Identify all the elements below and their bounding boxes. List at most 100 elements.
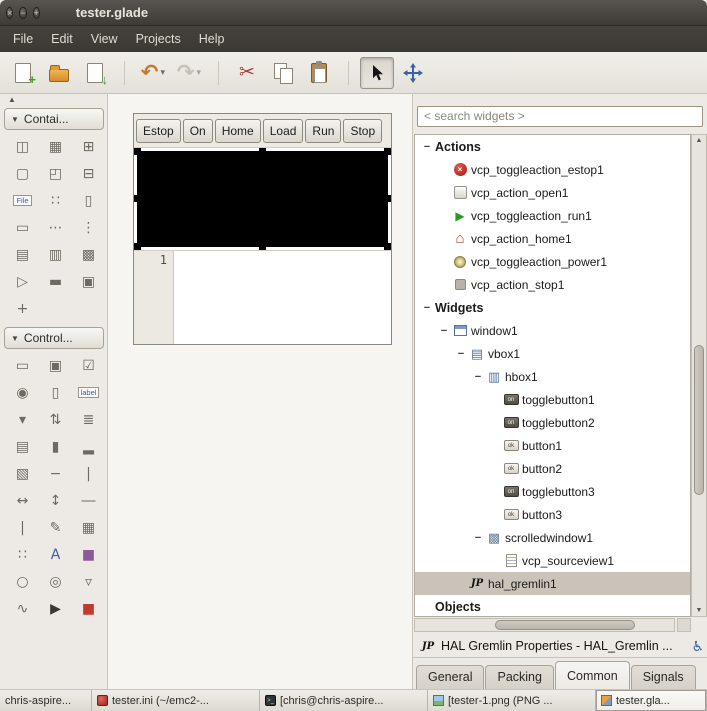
viewport-icon[interactable]: ▥ — [40, 242, 71, 267]
cut-button[interactable]: ✂ — [230, 57, 264, 89]
combobox-icon[interactable]: ▾ — [7, 407, 38, 432]
designed-button-run[interactable]: Run — [305, 119, 341, 143]
colorbutton-icon[interactable]: ■ — [73, 542, 104, 567]
aspect-frame-icon[interactable]: ◰ — [40, 161, 71, 186]
hbox-icon[interactable]: ⋯ — [40, 215, 71, 240]
comboboxentry-icon[interactable]: ▿ — [73, 569, 104, 594]
tree-row-vcp-toggleaction-power1[interactable]: vcp_toggleaction_power1 — [415, 250, 690, 273]
tree-row-hbox1[interactable]: −▥hbox1 — [415, 365, 690, 388]
statusicon-icon[interactable]: ○ — [7, 569, 38, 594]
taskbar-item-tester-ini-emc2[interactable]: tester.ini (~/emc2-... — [92, 690, 260, 711]
designed-button-stop[interactable]: Stop — [343, 119, 382, 143]
hal-gremlin-widget[interactable] — [137, 151, 388, 247]
hscale-icon[interactable]: − — [40, 461, 71, 486]
tree-expander-icon[interactable]: − — [438, 325, 450, 337]
progressbar-icon[interactable]: ▮ — [40, 434, 71, 459]
hpaned-icon[interactable]: ◫ — [7, 134, 38, 159]
hal-gremlin-palette-icon[interactable]: ■ — [73, 596, 104, 621]
table-icon[interactable]: ▦ — [40, 134, 71, 159]
tree-row-vcp-action-open1[interactable]: vcp_action_open1 — [415, 181, 690, 204]
calendar-icon[interactable]: ▦ — [73, 515, 104, 540]
tree-row-button3[interactable]: okbutton3 — [415, 503, 690, 526]
tree-row-hal-gremlin1[interactable]: JPhal_gremlin1 — [415, 572, 690, 595]
minimize-button[interactable]: − — [19, 7, 26, 19]
button-widget-icon[interactable]: ▭ — [7, 353, 38, 378]
scroll-down-arrow-icon[interactable]: ▼ — [692, 607, 706, 614]
copy-button[interactable] — [266, 57, 300, 89]
tree-expander-icon[interactable]: − — [455, 348, 467, 360]
tree-row-scrolledwindow1[interactable]: −▩scrolledwindow1 — [415, 526, 690, 549]
vseparator-icon[interactable]: | — [7, 515, 38, 540]
selection-handle-ne[interactable] — [384, 148, 391, 155]
vscrollbar-icon[interactable]: ↕ — [40, 488, 71, 513]
tab-packing[interactable]: Packing — [485, 665, 553, 689]
sourceview-body[interactable] — [174, 251, 391, 344]
dropdown-arrow-icon[interactable]: ▾ — [197, 67, 202, 78]
selection-handle-w[interactable] — [134, 195, 141, 202]
palette-scroll-up-icon[interactable]: ▲ — [0, 94, 107, 106]
fontbutton-icon[interactable]: A — [40, 542, 71, 567]
save-project-button[interactable]: ↓ — [78, 57, 112, 89]
tree-row-vcp-toggleaction-run1[interactable]: ▶vcp_toggleaction_run1 — [415, 204, 690, 227]
spinner-icon[interactable]: ◎ — [40, 569, 71, 594]
tree-horizontal-scrollbar[interactable] — [414, 618, 675, 632]
hbuttonbox-icon[interactable]: ∷ — [40, 188, 71, 213]
tree-row-button1[interactable]: okbutton1 — [415, 434, 690, 457]
tree-row-vcp-sourceview1[interactable]: vcp_sourceview1 — [415, 549, 690, 572]
selection-handle-s[interactable] — [259, 243, 266, 250]
tree-row-button2[interactable]: okbutton2 — [415, 457, 690, 480]
design-canvas[interactable]: EstopOnHomeLoadRunStop 1 — [108, 94, 412, 689]
search-widgets-input[interactable]: < search widgets > — [417, 106, 703, 127]
tree-row-togglebutton1[interactable]: ontogglebutton1 — [415, 388, 690, 411]
taskbar-item-tester-gla[interactable]: tester.gla... — [596, 690, 707, 711]
selector-button[interactable] — [360, 57, 394, 89]
menu-file[interactable]: File — [4, 28, 42, 50]
tab-general[interactable]: General — [416, 665, 484, 689]
togglebutton-widget-icon[interactable]: ▣ — [40, 353, 71, 378]
paste-button[interactable] — [302, 57, 336, 89]
menu-edit[interactable]: Edit — [42, 28, 82, 50]
sourceview-widget[interactable]: 1 — [134, 250, 391, 344]
alignment-icon[interactable]: + — [7, 296, 38, 321]
palette-section-contai[interactable]: ▼Contai... — [4, 108, 104, 130]
horizontal-scrollbar-slider[interactable] — [495, 620, 635, 630]
spinbutton-icon[interactable]: ⇅ — [40, 407, 71, 432]
file-chooser-widget-icon[interactable]: File — [7, 188, 38, 213]
hscrollbar-icon[interactable]: ↔ — [7, 488, 38, 513]
drag-resize-button[interactable] — [396, 57, 430, 89]
tree-vertical-scrollbar[interactable]: ▲ ▼ — [691, 134, 707, 617]
dropdown-arrow-icon[interactable]: ▾ — [161, 67, 166, 78]
toolbar-widget-icon[interactable]: ▬ — [40, 269, 71, 294]
close-button[interactable]: × — [6, 7, 13, 19]
tree-row-vcp-action-home1[interactable]: ⌂vcp_action_home1 — [415, 227, 690, 250]
taskbar-item-chris-aspire[interactable]: chris-aspire... — [0, 690, 92, 711]
redo-button[interactable]: ↷▾ — [172, 57, 206, 89]
notebook-icon[interactable]: ⊞ — [73, 134, 104, 159]
handlebox-icon[interactable]: ▭ — [7, 215, 38, 240]
menubar-widget-icon[interactable]: ▣ — [73, 269, 104, 294]
iconview-icon[interactable]: ∷ — [7, 542, 38, 567]
tree-expander-icon[interactable]: − — [472, 371, 484, 383]
selection-handle-e[interactable] — [384, 195, 391, 202]
designed-button-on[interactable]: On — [183, 119, 213, 143]
undo-button[interactable]: ↶▾ — [136, 57, 170, 89]
menu-help[interactable]: Help — [190, 28, 234, 50]
textview-icon[interactable]: ≣ — [73, 407, 104, 432]
label-widget-icon[interactable]: label — [73, 380, 104, 405]
scroll-up-arrow-icon[interactable]: ▲ — [692, 137, 706, 144]
tree-row-togglebutton3[interactable]: ontogglebutton3 — [415, 480, 690, 503]
tree-row-togglebutton2[interactable]: ontogglebutton2 — [415, 411, 690, 434]
palette-section-control[interactable]: ▼Control... — [4, 327, 104, 349]
layout-icon[interactable]: ▤ — [7, 242, 38, 267]
image-widget-icon[interactable]: ▧ — [7, 461, 38, 486]
tree-row-window1[interactable]: −window1 — [415, 319, 690, 342]
selection-handle-se[interactable] — [384, 243, 391, 250]
statusbar-icon[interactable]: ▂ — [73, 434, 104, 459]
titlebar[interactable]: ×−+ tester.glade — [0, 0, 707, 26]
scrolledwindow-icon[interactable]: ▩ — [73, 242, 104, 267]
tree-row-vcp-action-stop1[interactable]: vcp_action_stop1 — [415, 273, 690, 296]
expander-widget-icon[interactable]: ▷ — [7, 269, 38, 294]
open-project-button[interactable] — [42, 57, 76, 89]
taskbar-item-chris-chris-aspire[interactable]: >_[chris@chris-aspire... — [260, 690, 428, 711]
media-play-icon[interactable]: ▶ — [40, 596, 71, 621]
